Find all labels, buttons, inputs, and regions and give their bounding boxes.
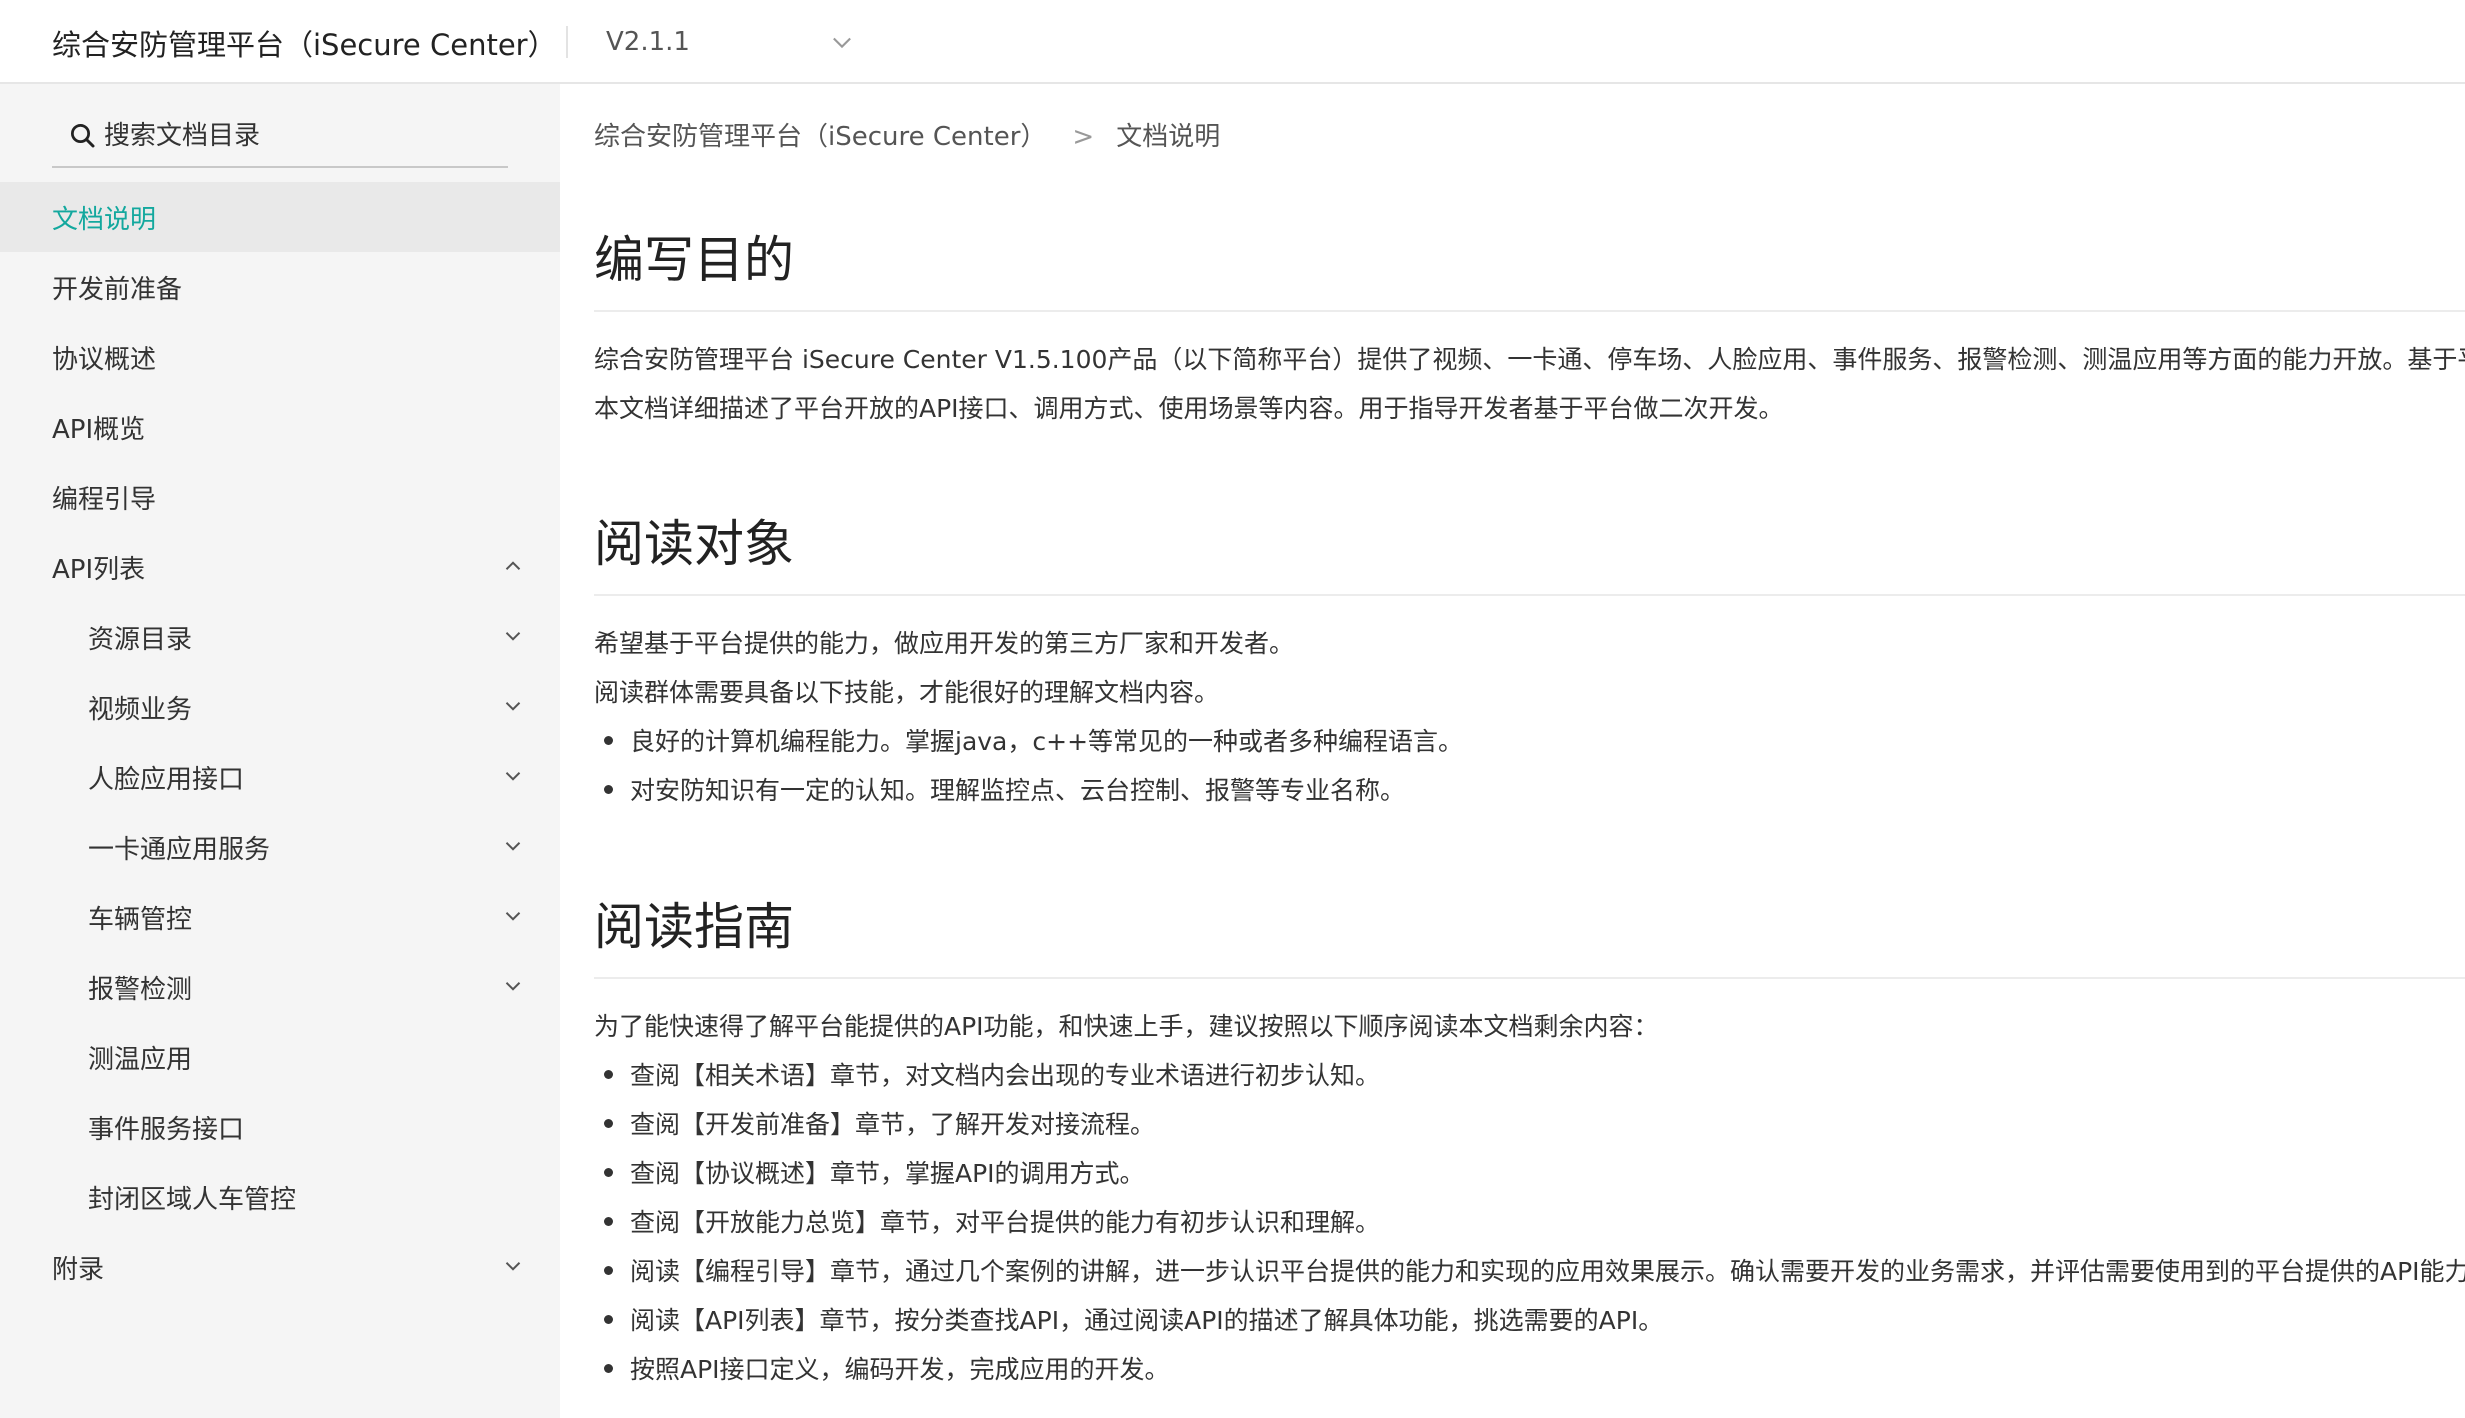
list-item: 阅读【编程引导】章节，通过几个案例的讲解，进一步认识平台提供的能力和实现的应用效… bbox=[594, 1252, 2465, 1288]
breadcrumb-separator: > bbox=[1072, 122, 1095, 152]
search-icon bbox=[71, 124, 95, 148]
nav-item-label: 人脸应用接口 bbox=[88, 764, 245, 795]
chevron-up-icon bbox=[505, 561, 521, 570]
section-divider bbox=[594, 977, 2465, 979]
nav-item-video[interactable]: 视频业务 bbox=[0, 672, 560, 742]
nav-item-appendix[interactable]: 附录 bbox=[0, 1232, 560, 1302]
nav-item-label: 报警检测 bbox=[88, 974, 193, 1005]
list-item: 查阅【开发前准备】章节，了解开发对接流程。 bbox=[594, 1105, 1155, 1141]
bullet-dot bbox=[604, 1069, 613, 1079]
nav-item-api-overview[interactable]: API概览 bbox=[0, 392, 560, 462]
list-item: 查阅【开放能力总览】章节，对平台提供的能力有初步认识和理解。 bbox=[594, 1203, 1380, 1239]
section-title: 阅读对象 bbox=[594, 515, 794, 573]
nav-item-label: 文档说明 bbox=[52, 204, 157, 235]
nav-item-label: 协议概述 bbox=[52, 344, 157, 375]
nav-item-vehicle[interactable]: 车辆管控 bbox=[0, 882, 560, 952]
app-title: 综合安防管理平台（iSecure Center） bbox=[52, 28, 557, 62]
nav-item-label: 事件服务接口 bbox=[88, 1114, 245, 1145]
section-divider bbox=[594, 310, 2465, 312]
nav-item-label: 资源目录 bbox=[88, 624, 193, 655]
list-item: 良好的计算机编程能力。掌握java，c++等常见的一种或者多种编程语言。 bbox=[594, 722, 1463, 758]
bullet-dot bbox=[604, 1363, 613, 1373]
list-item-text: 查阅【相关术语】章节，对文档内会出现的专业术语进行初步认知。 bbox=[630, 1061, 1381, 1090]
bullet-dot bbox=[604, 1216, 613, 1226]
nav-item-label: 附录 bbox=[52, 1254, 105, 1285]
chevron-down-icon bbox=[505, 772, 521, 781]
list-item-text: 阅读【API列表】章节，按分类查找API，通过阅读API的描述了解具体功能，挑选… bbox=[630, 1306, 1664, 1335]
main-content: 综合安防管理平台（iSecure Center） > 文档说明 编写目的 综合安防管… bbox=[560, 84, 2465, 1418]
chevron-down-icon bbox=[505, 702, 521, 711]
nav-item-label: 测温应用 bbox=[88, 1044, 193, 1075]
nav-item-temperature[interactable]: 测温应用 bbox=[0, 1022, 560, 1092]
nav-item-label: API概览 bbox=[52, 414, 146, 445]
chevron-down-icon bbox=[505, 982, 521, 991]
list-item-text: 查阅【开发前准备】章节，了解开发对接流程。 bbox=[630, 1110, 1156, 1139]
header-divider bbox=[566, 26, 568, 58]
bullet-dot bbox=[604, 1265, 613, 1275]
breadcrumb-current: 文档说明 bbox=[1116, 122, 1221, 152]
paragraph: 为了能快速得了解平台能提供的API功能，和快速上手，建议按照以下顺序阅读本文档剩… bbox=[594, 1012, 1659, 1041]
nav-item-api-list[interactable]: API列表 bbox=[0, 532, 560, 602]
bullet-dot bbox=[604, 784, 613, 794]
breadcrumb: 综合安防管理平台（iSecure Center） > 文档说明 bbox=[594, 116, 1220, 153]
list-item-text: 查阅【协议概述】章节，掌握API的调用方式。 bbox=[630, 1159, 1145, 1188]
chevron-down-icon bbox=[505, 632, 521, 641]
nav-item-card-service[interactable]: 一卡通应用服务 bbox=[0, 812, 560, 882]
nav-item-dev-prep[interactable]: 开发前准备 bbox=[0, 252, 560, 322]
list-item-text: 对安防知识有一定的认知。理解监控点、云台控制、报警等专业名称。 bbox=[630, 776, 1406, 805]
nav-item-closed-area[interactable]: 封闭区域人车管控 bbox=[0, 1162, 560, 1232]
nav-item-doc-description[interactable]: 文档说明 bbox=[0, 182, 560, 252]
search-input[interactable] bbox=[104, 121, 484, 151]
nav-item-label: 车辆管控 bbox=[88, 904, 193, 935]
doc-nav: 文档说明 开发前准备 协议概述 API概览 编程引导 API列表 资源目录 视频… bbox=[0, 182, 560, 1302]
list-item: 查阅【相关术语】章节，对文档内会出现的专业术语进行初步认知。 bbox=[594, 1056, 1380, 1092]
bullet-dot bbox=[604, 1314, 613, 1324]
list-item: 阅读【API列表】章节，按分类查找API，通过阅读API的描述了解具体功能，挑选… bbox=[594, 1301, 1663, 1337]
chevron-down-icon bbox=[833, 37, 851, 49]
chevron-down-icon bbox=[505, 1262, 521, 1271]
nav-item-event-service[interactable]: 事件服务接口 bbox=[0, 1092, 560, 1162]
bullet-dot bbox=[604, 735, 613, 745]
version-value: V2.1.1 bbox=[606, 27, 690, 57]
chevron-down-icon bbox=[505, 842, 521, 851]
nav-item-label: 视频业务 bbox=[88, 694, 193, 725]
paragraph: 希望基于平台提供的能力，做应用开发的第三方厂家和开发者。 bbox=[594, 629, 1295, 658]
list-item-text: 阅读【编程引导】章节，通过几个案例的讲解，进一步认识平台提供的能力和实现的应用效… bbox=[630, 1257, 2465, 1286]
sidebar-search bbox=[52, 106, 508, 168]
section-title: 阅读指南 bbox=[594, 898, 794, 956]
paragraph: 综合安防管理平台 iSecure Center V1.5.100产品（以下简称平… bbox=[594, 345, 2465, 374]
sidebar: 文档说明 开发前准备 协议概述 API概览 编程引导 API列表 资源目录 视频… bbox=[0, 84, 560, 1418]
section-title: 编写目的 bbox=[594, 231, 794, 289]
top-header: 综合安防管理平台（iSecure Center） V2.1.1 bbox=[0, 0, 2465, 84]
bullet-dot bbox=[604, 1167, 613, 1177]
version-select[interactable]: V2.1.1 bbox=[606, 14, 856, 70]
app-root: 综合安防管理平台（iSecure Center） V2.1.1 文档说明 开发前… bbox=[0, 0, 2465, 1418]
list-item-text: 查阅【开放能力总览】章节，对平台提供的能力有初步认识和理解。 bbox=[630, 1208, 1381, 1237]
nav-item-resource-catalog[interactable]: 资源目录 bbox=[0, 602, 560, 672]
breadcrumb-root[interactable]: 综合安防管理平台（iSecure Center） bbox=[594, 122, 1046, 152]
list-item-text: 按照API接口定义，编码开发，完成应用的开发。 bbox=[630, 1355, 1170, 1384]
nav-item-label: 一卡通应用服务 bbox=[88, 834, 271, 865]
list-item: 按照API接口定义，编码开发，完成应用的开发。 bbox=[594, 1350, 1170, 1386]
bullet-dot bbox=[604, 1118, 613, 1128]
nav-item-label: 编程引导 bbox=[52, 484, 157, 515]
nav-item-protocol[interactable]: 协议概述 bbox=[0, 322, 560, 392]
section-divider bbox=[594, 594, 2465, 596]
paragraph: 阅读群体需要具备以下技能，才能很好的理解文档内容。 bbox=[594, 678, 1220, 707]
nav-item-label: API列表 bbox=[52, 554, 146, 585]
nav-item-label: 开发前准备 bbox=[52, 274, 183, 305]
nav-item-programming-guide[interactable]: 编程引导 bbox=[0, 462, 560, 532]
nav-item-face-api[interactable]: 人脸应用接口 bbox=[0, 742, 560, 812]
list-item: 查阅【协议概述】章节，掌握API的调用方式。 bbox=[594, 1154, 1145, 1190]
nav-item-label: 封闭区域人车管控 bbox=[88, 1184, 297, 1215]
paragraph: 本文档详细描述了平台开放的API接口、调用方式、使用场景等内容。用于指导开发者基… bbox=[594, 394, 1784, 423]
chevron-down-icon bbox=[505, 912, 521, 921]
list-item: 对安防知识有一定的认知。理解监控点、云台控制、报警等专业名称。 bbox=[594, 771, 1405, 807]
nav-item-alarm[interactable]: 报警检测 bbox=[0, 952, 560, 1022]
list-item-text: 良好的计算机编程能力。掌握java，c++等常见的一种或者多种编程语言。 bbox=[630, 727, 1464, 756]
